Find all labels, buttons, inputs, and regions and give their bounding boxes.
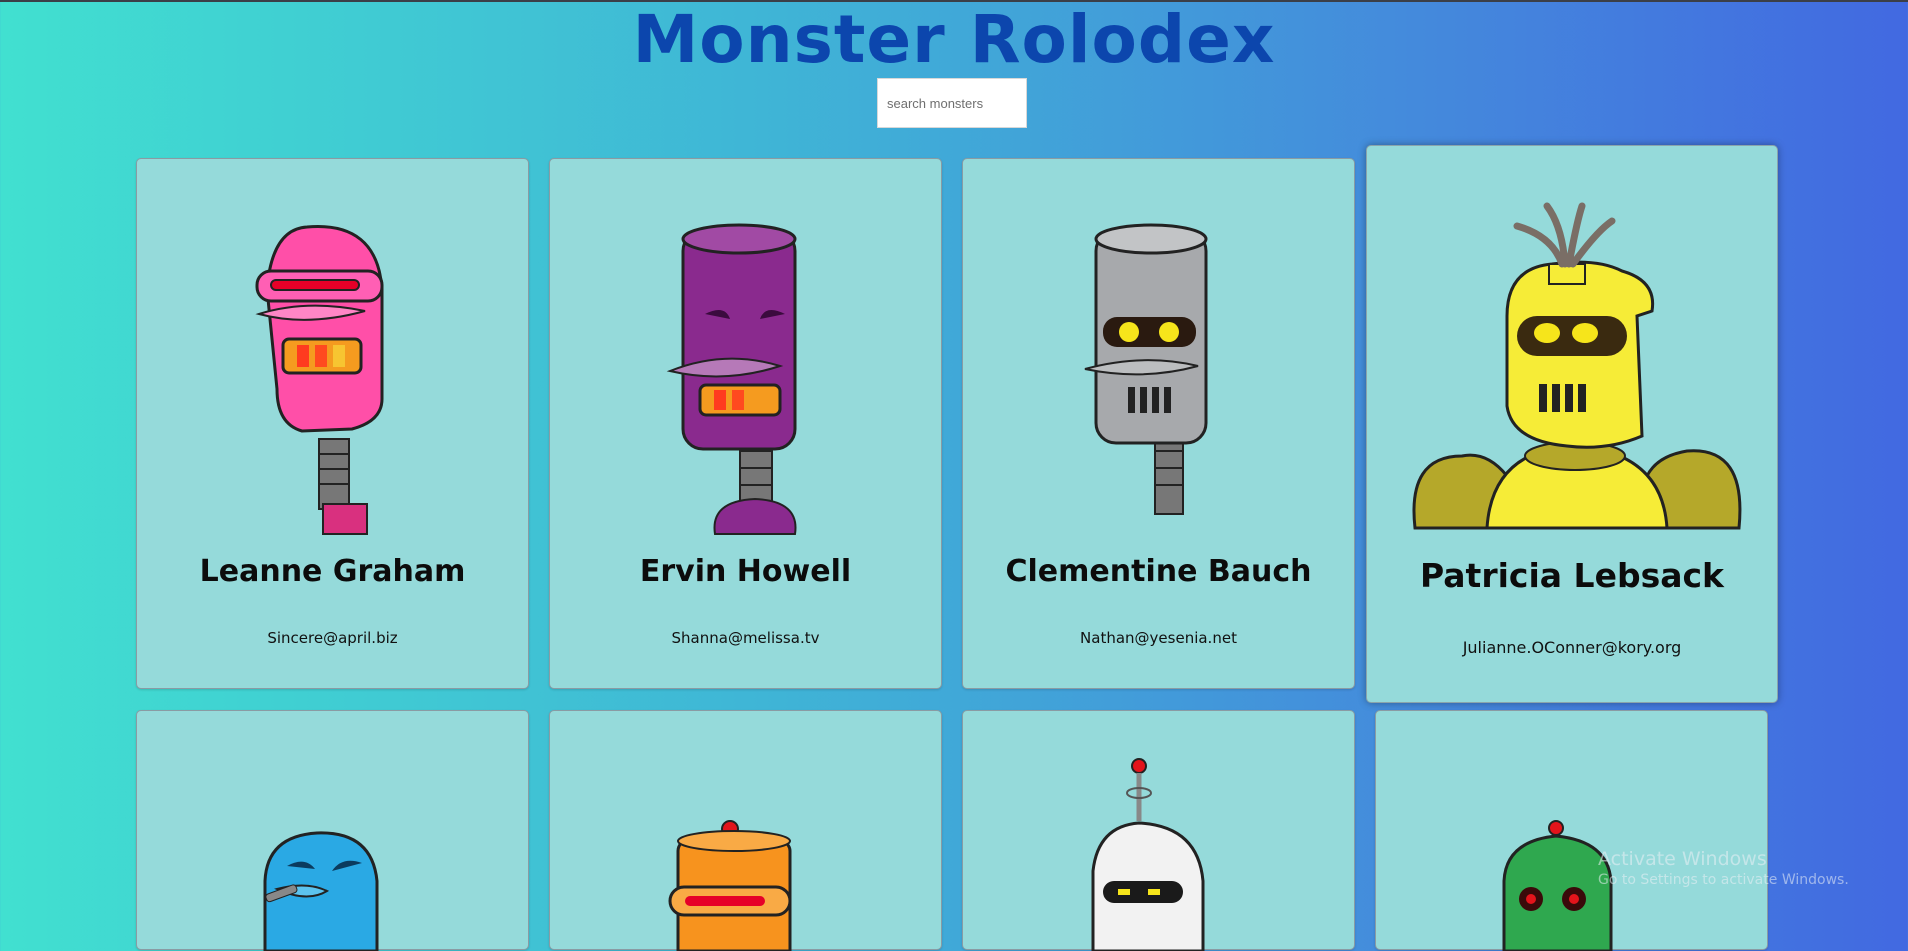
monster-name: Ervin Howell [639,554,852,589]
monster-email: Nathan@yesenia.net [1080,629,1237,647]
monster-image [255,225,384,535]
monster-name: Leanne Graham [199,554,466,589]
monster-card[interactable]: Ervin Howell Shanna@melissa.tv [549,158,942,689]
monster-email: Sincere@april.biz [267,629,398,647]
activation-watermark-title: Activate Windows [1598,848,1767,870]
monster-image [668,820,792,951]
monster-card[interactable] [1375,710,1768,951]
activation-watermark-subtitle: Go to Settings to activate Windows. [1598,872,1849,888]
monster-card[interactable] [962,710,1355,951]
monster-email: Shanna@melissa.tv [671,629,820,647]
monster-email: Julianne.OConner@kory.org [1462,638,1682,657]
monster-name: Clementine Bauch [1005,554,1312,589]
monster-card[interactable] [136,710,529,951]
monster-card[interactable]: Patricia Lebsack Julianne.OConner@kory.o… [1366,145,1778,703]
monster-image [1091,758,1205,951]
search-input[interactable] [877,78,1027,128]
monster-image [263,831,379,951]
monster-image [1084,223,1208,515]
monster-card[interactable]: Leanne Graham Sincere@april.biz [136,158,529,689]
monster-image [1412,202,1742,530]
monster-image [666,223,797,535]
monster-name: Patricia Lebsack [1419,556,1724,595]
monster-card[interactable] [549,710,942,951]
monster-image [1502,820,1613,951]
monster-card[interactable]: Clementine Bauch Nathan@yesenia.net [962,158,1355,689]
page-title: Monster Rolodex [632,1,1276,78]
